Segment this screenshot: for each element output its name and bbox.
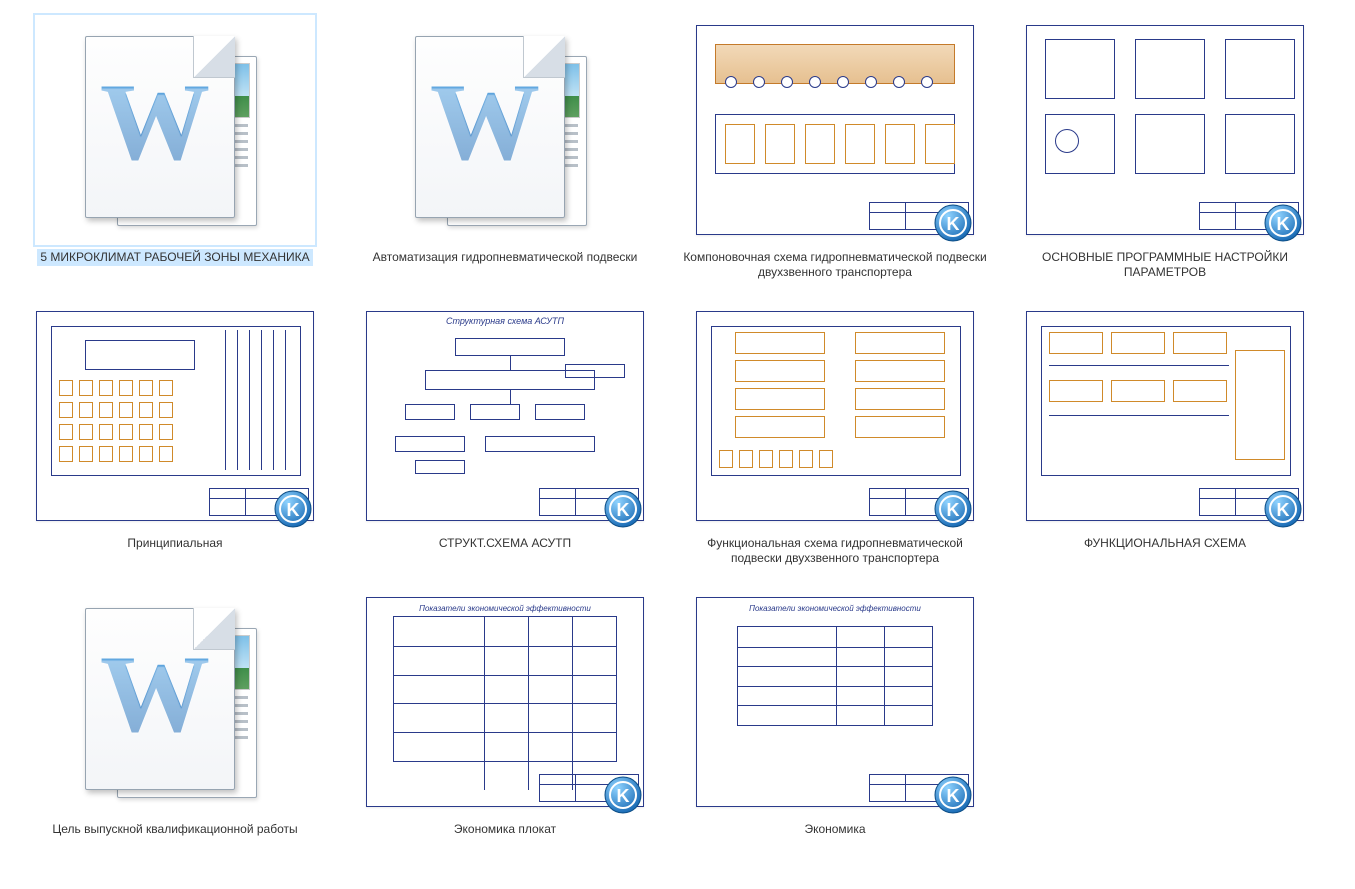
file-thumbnail: K [1025, 15, 1305, 245]
kompas-badge-icon: K [1263, 489, 1303, 529]
file-label: Функциональная схема гидропневматической… [680, 535, 990, 567]
file-thumbnail: W [35, 15, 315, 245]
file-label: СТРУКТ.СХЕМА АСУТП [436, 535, 574, 552]
kompas-badge-icon: K [273, 489, 313, 529]
badge-letter: K [1277, 500, 1290, 520]
file-thumbnail: K [695, 301, 975, 531]
word-document-icon: W [75, 602, 275, 802]
badge-letter: K [287, 500, 300, 520]
file-label: Цель выпускной квалификационной работы [49, 821, 300, 838]
file-item[interactable]: K Принципиальная [10, 296, 340, 572]
kompas-badge-icon: K [933, 775, 973, 815]
file-item[interactable]: K ОСНОВНЫЕ ПРОГРАММНЫЕ НАСТРОЙКИ ПАРАМЕТ… [1000, 10, 1330, 286]
kompas-badge-icon: K [933, 203, 973, 243]
file-label: Принципиальная [124, 535, 225, 552]
kompas-badge-icon: K [603, 775, 643, 815]
file-item[interactable]: K ФУНКЦИОНАЛЬНАЯ СХЕМА [1000, 296, 1330, 572]
file-thumbnail: K [695, 15, 975, 245]
file-item[interactable]: W 5 МИКРОКЛИМАТ РАБОЧЕЙ ЗОНЫ МЕХАНИКА [10, 10, 340, 286]
file-item[interactable]: Структурная схема АСУТП K СТРУКТ.СХЕМА А… [340, 296, 670, 572]
file-label: Экономика плокат [451, 821, 559, 838]
file-item[interactable]: W Автоматизация гидропневматической подв… [340, 10, 670, 286]
file-label: ОСНОВНЫЕ ПРОГРАММНЫЕ НАСТРОЙКИ ПАРАМЕТРО… [1010, 249, 1320, 281]
badge-letter: K [617, 500, 630, 520]
file-thumbnail: Показатели экономической эффективности K [695, 587, 975, 817]
file-item[interactable]: K Функциональная схема гидропневматическ… [670, 296, 1000, 572]
file-label: 5 МИКРОКЛИМАТ РАБОЧЕЙ ЗОНЫ МЕХАНИКА [37, 249, 312, 266]
badge-letter: K [947, 214, 960, 234]
badge-letter: K [947, 500, 960, 520]
badge-letter: K [617, 786, 630, 806]
word-document-icon: W [75, 30, 275, 230]
file-thumbnail: Структурная схема АСУТП K [365, 301, 645, 531]
file-thumbnail: Показатели экономической эффективности K [365, 587, 645, 817]
file-label: Компоновочная схема гидропневматической … [680, 249, 990, 281]
file-label: ФУНКЦИОНАЛЬНАЯ СХЕМА [1081, 535, 1249, 552]
kompas-badge-icon: K [1263, 203, 1303, 243]
file-thumbnail: W [35, 587, 315, 817]
file-label: Автоматизация гидропневматической подвес… [370, 249, 641, 266]
kompas-badge-icon: K [933, 489, 973, 529]
file-icon-grid: W 5 МИКРОКЛИМАТ РАБОЧЕЙ ЗОНЫ МЕХАНИКА W … [10, 10, 1345, 843]
badge-letter: K [947, 786, 960, 806]
file-thumbnail: K [35, 301, 315, 531]
file-item[interactable]: K Компоновочная схема гидропневматическо… [670, 10, 1000, 286]
kompas-badge-icon: K [603, 489, 643, 529]
file-item[interactable]: W Цель выпускной квалификационной работы [10, 582, 340, 843]
word-document-icon: W [405, 30, 605, 230]
file-label: Экономика [801, 821, 868, 838]
badge-letter: K [1277, 214, 1290, 234]
file-item[interactable]: Показатели экономической эффективности K… [340, 582, 670, 843]
file-item[interactable]: Показатели экономической эффективности K… [670, 582, 1000, 843]
file-thumbnail: W [365, 15, 645, 245]
file-thumbnail: K [1025, 301, 1305, 531]
